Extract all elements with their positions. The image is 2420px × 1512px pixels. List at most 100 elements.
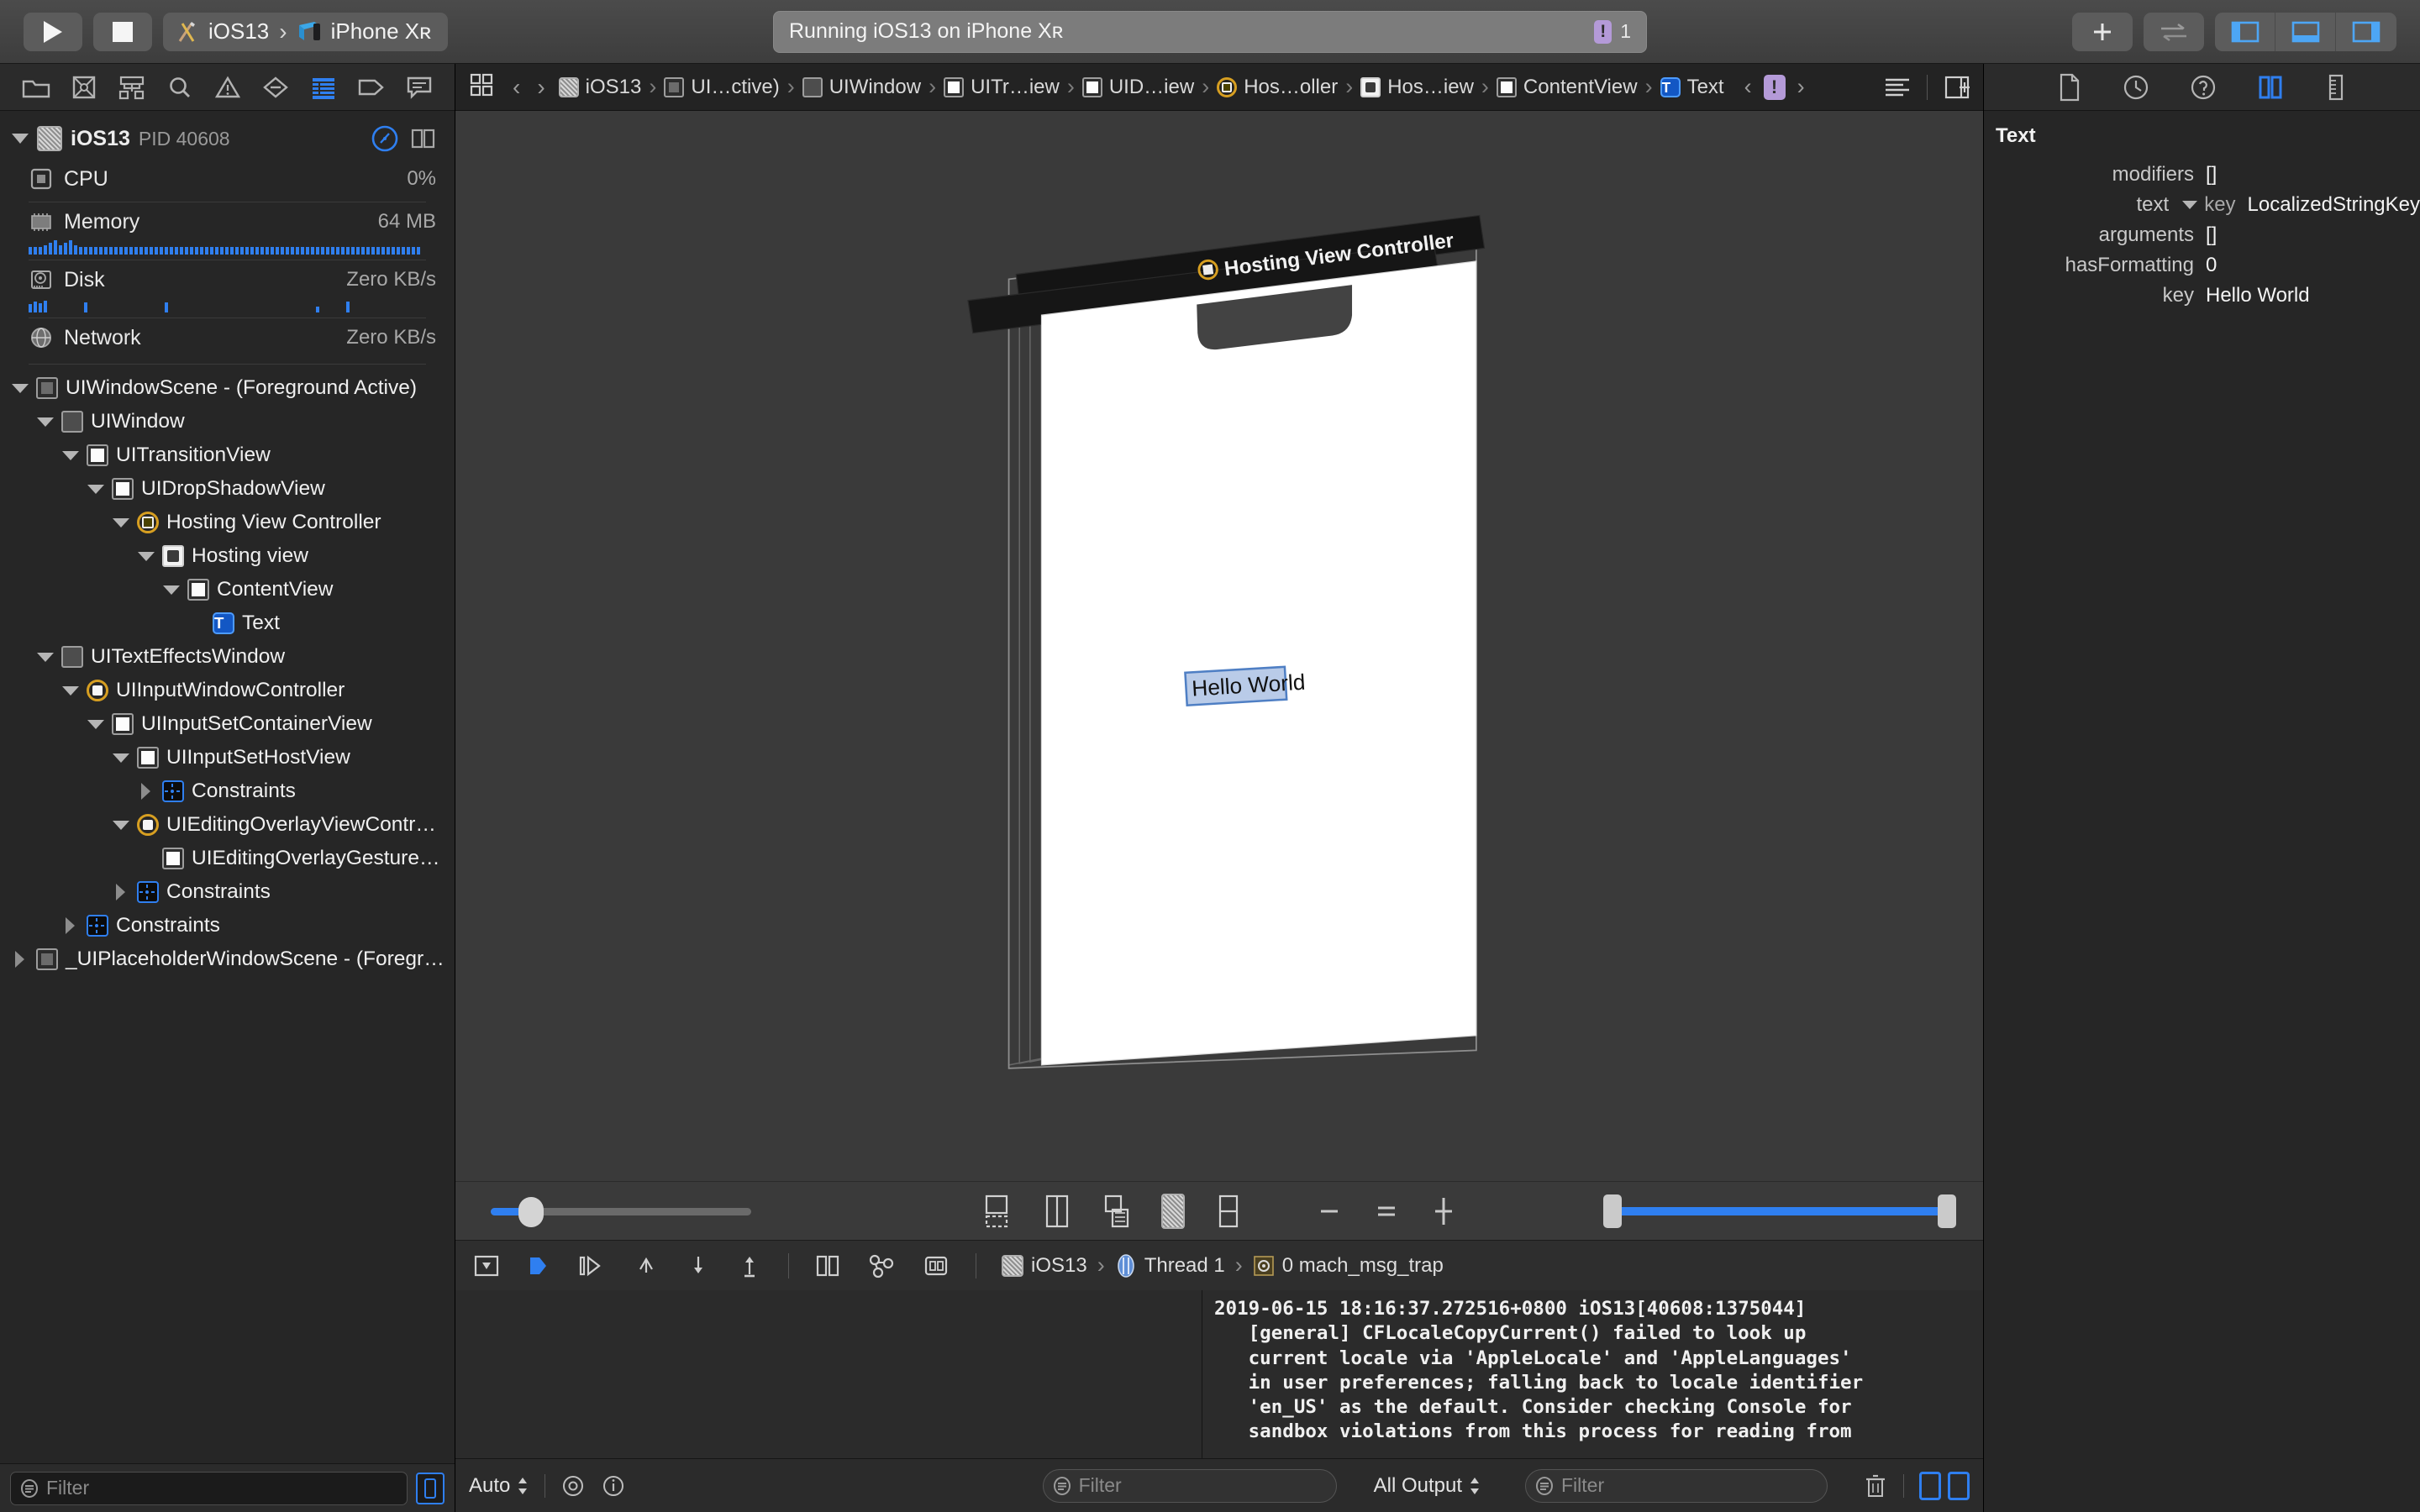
- disclosure-triangle[interactable]: [62, 447, 79, 464]
- grid-icon[interactable]: [1212, 1193, 1245, 1230]
- trash-icon[interactable]: [1863, 1473, 1888, 1499]
- history-icon[interactable]: [2122, 73, 2150, 102]
- tree-row[interactable]: UIInputSetHostView: [0, 741, 455, 774]
- jump-bar-item[interactable]: Hos…oller: [1212, 76, 1343, 99]
- tab-comment-navigator[interactable]: [401, 71, 438, 104]
- tree-row[interactable]: UIWindow: [0, 405, 455, 438]
- disclosure-triangle[interactable]: [113, 749, 129, 766]
- zoom-actual-icon[interactable]: [1371, 1194, 1402, 1228]
- variables-filter-field[interactable]: Filter: [1043, 1469, 1337, 1503]
- variables-pane-toggle[interactable]: [1919, 1472, 1941, 1500]
- step-out-icon[interactable]: [686, 1252, 711, 1279]
- tree-row[interactable]: UIDropShadowView: [0, 472, 455, 506]
- tree-row[interactable]: UIInputWindowController: [0, 674, 455, 707]
- object-icon[interactable]: [2256, 73, 2285, 102]
- disclosure-triangle[interactable]: [113, 816, 129, 833]
- tab-report-navigator[interactable]: [305, 71, 342, 104]
- spacing-slider[interactable]: [491, 1208, 751, 1215]
- gauge-network[interactable]: Network Zero KB/s: [0, 320, 455, 355]
- layers-icon[interactable]: [1101, 1193, 1134, 1230]
- disclosure-triangle[interactable]: [37, 648, 54, 665]
- jump-bar-item[interactable]: UI…ctive): [659, 76, 784, 99]
- disclosure-triangle[interactable]: [138, 548, 155, 564]
- slider-thumb[interactable]: [518, 1197, 544, 1227]
- add-editor-button[interactable]: [2072, 13, 2133, 51]
- disclosure-triangle[interactable]: [12, 380, 29, 396]
- step-out-2-icon[interactable]: [736, 1252, 763, 1279]
- range-thumb-max[interactable]: [1938, 1194, 1956, 1228]
- variables-scope-popup[interactable]: Auto: [469, 1474, 529, 1498]
- tab-source-control-navigator[interactable]: [66, 71, 103, 104]
- step-into-icon[interactable]: [632, 1252, 660, 1279]
- disclosure-triangle[interactable]: [138, 783, 155, 800]
- disclosure-triangle[interactable]: [113, 884, 129, 900]
- jump-bar-item[interactable]: UIWindow: [797, 76, 926, 99]
- inspector-row[interactable]: keyHello World: [1984, 281, 2420, 311]
- clipping-icon[interactable]: [980, 1193, 1013, 1230]
- jump-back-button[interactable]: ‹: [504, 74, 529, 101]
- tab-breakpoint-navigator[interactable]: [257, 71, 294, 104]
- jump-forward-button[interactable]: ›: [529, 74, 553, 101]
- tree-row[interactable]: UIEditingOverlayGesture…: [0, 842, 455, 875]
- tree-row[interactable]: UIEditingOverlayViewContr…: [0, 808, 455, 842]
- range-thumb-min[interactable]: [1603, 1194, 1622, 1228]
- hide-debug-area-icon[interactable]: [472, 1253, 501, 1278]
- console-scope-popup[interactable]: All Output: [1374, 1474, 1481, 1498]
- run-button[interactable]: [24, 13, 82, 51]
- process-header-row[interactable]: iOS13 PID 40608: [0, 119, 455, 161]
- jump-bar-item[interactable]: TText: [1655, 76, 1729, 99]
- gauge-memory[interactable]: Memory 64 MB: [0, 204, 455, 239]
- size-icon[interactable]: [2323, 73, 2349, 102]
- tree-row[interactable]: Constraints: [0, 875, 455, 909]
- warning-next-button[interactable]: ›: [1797, 74, 1805, 100]
- jump-bar-item[interactable]: UITr…iew: [939, 76, 1065, 99]
- view-hierarchy-tree[interactable]: UIWindowScene - (Foreground Active)UIWin…: [0, 366, 455, 1463]
- jump-bar-item[interactable]: UID…iew: [1077, 76, 1199, 99]
- jump-bar-item[interactable]: iOS13: [554, 76, 647, 99]
- tab-project-navigator[interactable]: [18, 71, 55, 104]
- step-over-icon[interactable]: [576, 1253, 607, 1278]
- tab-issue-navigator[interactable]: [209, 71, 246, 104]
- simulate-icon[interactable]: [922, 1253, 950, 1278]
- wireframe-icon[interactable]: [1161, 1194, 1185, 1229]
- tree-row[interactable]: UIWindowScene - (Foreground Active): [0, 371, 455, 405]
- depth-range-slider[interactable]: [1612, 1207, 1948, 1215]
- toggle-navigator-button[interactable]: [2215, 13, 2275, 51]
- tree-row[interactable]: ContentView: [0, 573, 455, 606]
- tree-row[interactable]: UIInputSetContainerView: [0, 707, 455, 741]
- constraints-icon[interactable]: [1040, 1193, 1074, 1230]
- view-debugger-icon[interactable]: [409, 125, 436, 152]
- toggle-debug-area-button[interactable]: [2275, 13, 2336, 51]
- gauge-disk[interactable]: Disk Zero KB/s: [0, 262, 455, 297]
- stop-button[interactable]: [93, 13, 152, 51]
- lines-icon[interactable]: [1883, 76, 1912, 99]
- inspector-row[interactable]: modifiers[]: [1984, 160, 2420, 190]
- zoom-out-icon[interactable]: [1314, 1194, 1344, 1228]
- disclosure-triangle[interactable]: [62, 917, 79, 934]
- tree-row[interactable]: UITransitionView: [0, 438, 455, 472]
- view-debugger-canvas[interactable]: Hosting View Controller Hello World: [455, 111, 1983, 1181]
- status-badge[interactable]: !: [1594, 20, 1612, 44]
- filter-scope-button[interactable]: [416, 1473, 445, 1504]
- file-icon[interactable]: [2056, 72, 2083, 102]
- disclosure-triangle[interactable]: [87, 716, 104, 732]
- tree-row[interactable]: Hosting view: [0, 539, 455, 573]
- debug-crumb-thread[interactable]: Thread 1: [1115, 1253, 1225, 1278]
- continue-icon[interactable]: [526, 1253, 551, 1278]
- tree-row[interactable]: UITextEffectsWindow: [0, 640, 455, 674]
- help-icon[interactable]: [2189, 73, 2217, 102]
- view-debug-icon[interactable]: [814, 1252, 841, 1279]
- tab-find-navigator[interactable]: [161, 71, 198, 104]
- disclosure-triangle[interactable]: [62, 682, 79, 699]
- disclosure-triangle[interactable]: [87, 480, 104, 497]
- disclosure-triangle[interactable]: [113, 514, 129, 531]
- console-pane-toggle[interactable]: [1948, 1472, 1970, 1500]
- zoom-in-icon[interactable]: [1428, 1193, 1459, 1230]
- disclosure-triangle[interactable]: [163, 581, 180, 598]
- tree-row[interactable]: Hosting View Controller: [0, 506, 455, 539]
- console-filter-field[interactable]: Filter: [1525, 1469, 1828, 1503]
- info-icon[interactable]: [601, 1473, 626, 1499]
- tree-row[interactable]: _UIPlaceholderWindowScene - (Foregr…: [0, 942, 455, 976]
- tab-tag-navigator[interactable]: [353, 71, 390, 104]
- navigator-filter-field[interactable]: Filter: [10, 1472, 408, 1505]
